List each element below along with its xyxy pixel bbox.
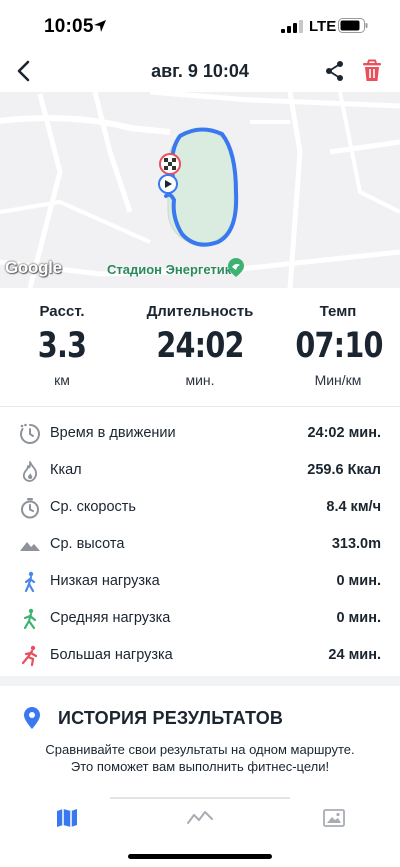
stat-label: Ккал <box>50 462 82 478</box>
stat-row-kcal: Ккал 259.6 Ккал <box>0 452 400 489</box>
mountain-icon <box>20 542 40 551</box>
stat-value: 8.4 км/ч <box>326 499 381 515</box>
stat-value: 24 мин. <box>328 647 381 663</box>
stat-label: Время в движении <box>50 425 176 441</box>
stat-row-high-load: Большая нагрузка 24 мин. <box>0 637 400 674</box>
summary-unit: км <box>54 372 70 388</box>
tab-scroll-indicator <box>110 797 290 799</box>
runner-icon <box>21 645 38 667</box>
chart-line-icon[interactable] <box>186 806 214 830</box>
stat-label: Средняя нагрузка <box>50 610 171 626</box>
section-separator <box>0 676 400 686</box>
photo-icon[interactable] <box>320 806 348 830</box>
stat-row-moving-time: Время в движении 24:02 мин. <box>0 415 400 452</box>
stat-value: 24:02 мин. <box>307 425 381 441</box>
divider <box>0 406 400 407</box>
status-bar: 10:05 LTE <box>0 0 400 52</box>
summary-value: 07:10 <box>295 326 383 366</box>
stat-value: 259.6 Ккал <box>307 462 381 478</box>
stat-row-low-load: Низкая нагрузка 0 мин. <box>0 563 400 600</box>
history-description-line: Это поможет вам выполнить фитнес-цели! <box>70 759 330 774</box>
network-type: LTE <box>309 18 337 35</box>
bottom-tab-bar <box>0 800 400 840</box>
home-indicator[interactable] <box>128 854 272 859</box>
summary-distance: Расст. 3.3 км <box>14 290 110 388</box>
summary-unit: мин. <box>185 372 215 388</box>
summary-label: Темп <box>319 303 357 320</box>
battery-icon <box>338 18 368 33</box>
summary-unit: Мин/км <box>314 372 362 388</box>
walker-icon <box>24 571 36 593</box>
walker-icon <box>23 608 37 630</box>
flame-icon <box>22 461 38 482</box>
summary-value: 3.3 <box>37 326 87 366</box>
stadium-label: Стадион Энергетик <box>107 262 232 277</box>
google-logo: Google <box>5 258 62 277</box>
stat-label: Низкая нагрузка <box>50 573 160 589</box>
stat-label: Ср. высота <box>50 536 125 552</box>
history-description: Сравнивайте свои результаты на одном мар… <box>0 741 400 775</box>
stat-label: Большая нагрузка <box>50 647 173 663</box>
stat-value: 0 мин. <box>336 610 381 626</box>
stat-value: 0 мин. <box>336 573 381 589</box>
route-map[interactable]: Google Стадион Энергетик <box>0 92 400 288</box>
location-pin-icon <box>24 707 40 729</box>
history-description-line: Сравнивайте свои результаты на одном мар… <box>45 742 355 757</box>
history-header[interactable]: ИСТОРИЯ РЕЗУЛЬТАТОВ <box>22 704 382 732</box>
map-icon[interactable] <box>53 806 81 830</box>
summary-label: Длительность <box>146 303 254 320</box>
stat-row-medium-load: Средняя нагрузка 0 мин. <box>0 600 400 637</box>
stopwatch-icon <box>21 498 39 519</box>
nav-bar: авг. 9 10:04 <box>0 52 400 92</box>
summary-pace: Темп 07:10 Мин/км <box>286 290 390 388</box>
stat-label: Ср. скорость <box>50 499 136 515</box>
moving-time-icon <box>20 423 40 444</box>
signal-icon <box>281 20 303 33</box>
stat-row-avg-speed: Ср. скорость 8.4 км/ч <box>0 489 400 526</box>
workout-summary: Расст. 3.3 км Длительность 24:02 мин. Те… <box>0 290 400 405</box>
park-icon <box>228 258 244 277</box>
status-time: 10:05 <box>44 16 94 37</box>
summary-value: 24:02 <box>156 326 244 366</box>
location-arrow-icon <box>94 20 106 32</box>
summary-duration: Длительность 24:02 мин. <box>130 290 270 388</box>
share-button[interactable] <box>324 60 346 82</box>
stat-value: 313.0m <box>331 536 381 552</box>
summary-label: Расст. <box>39 303 85 320</box>
delete-button[interactable] <box>361 59 383 83</box>
stat-row-avg-altitude: Ср. высота 313.0m <box>0 526 400 563</box>
history-title: ИСТОРИЯ РЕЗУЛЬТАТОВ <box>58 708 284 728</box>
